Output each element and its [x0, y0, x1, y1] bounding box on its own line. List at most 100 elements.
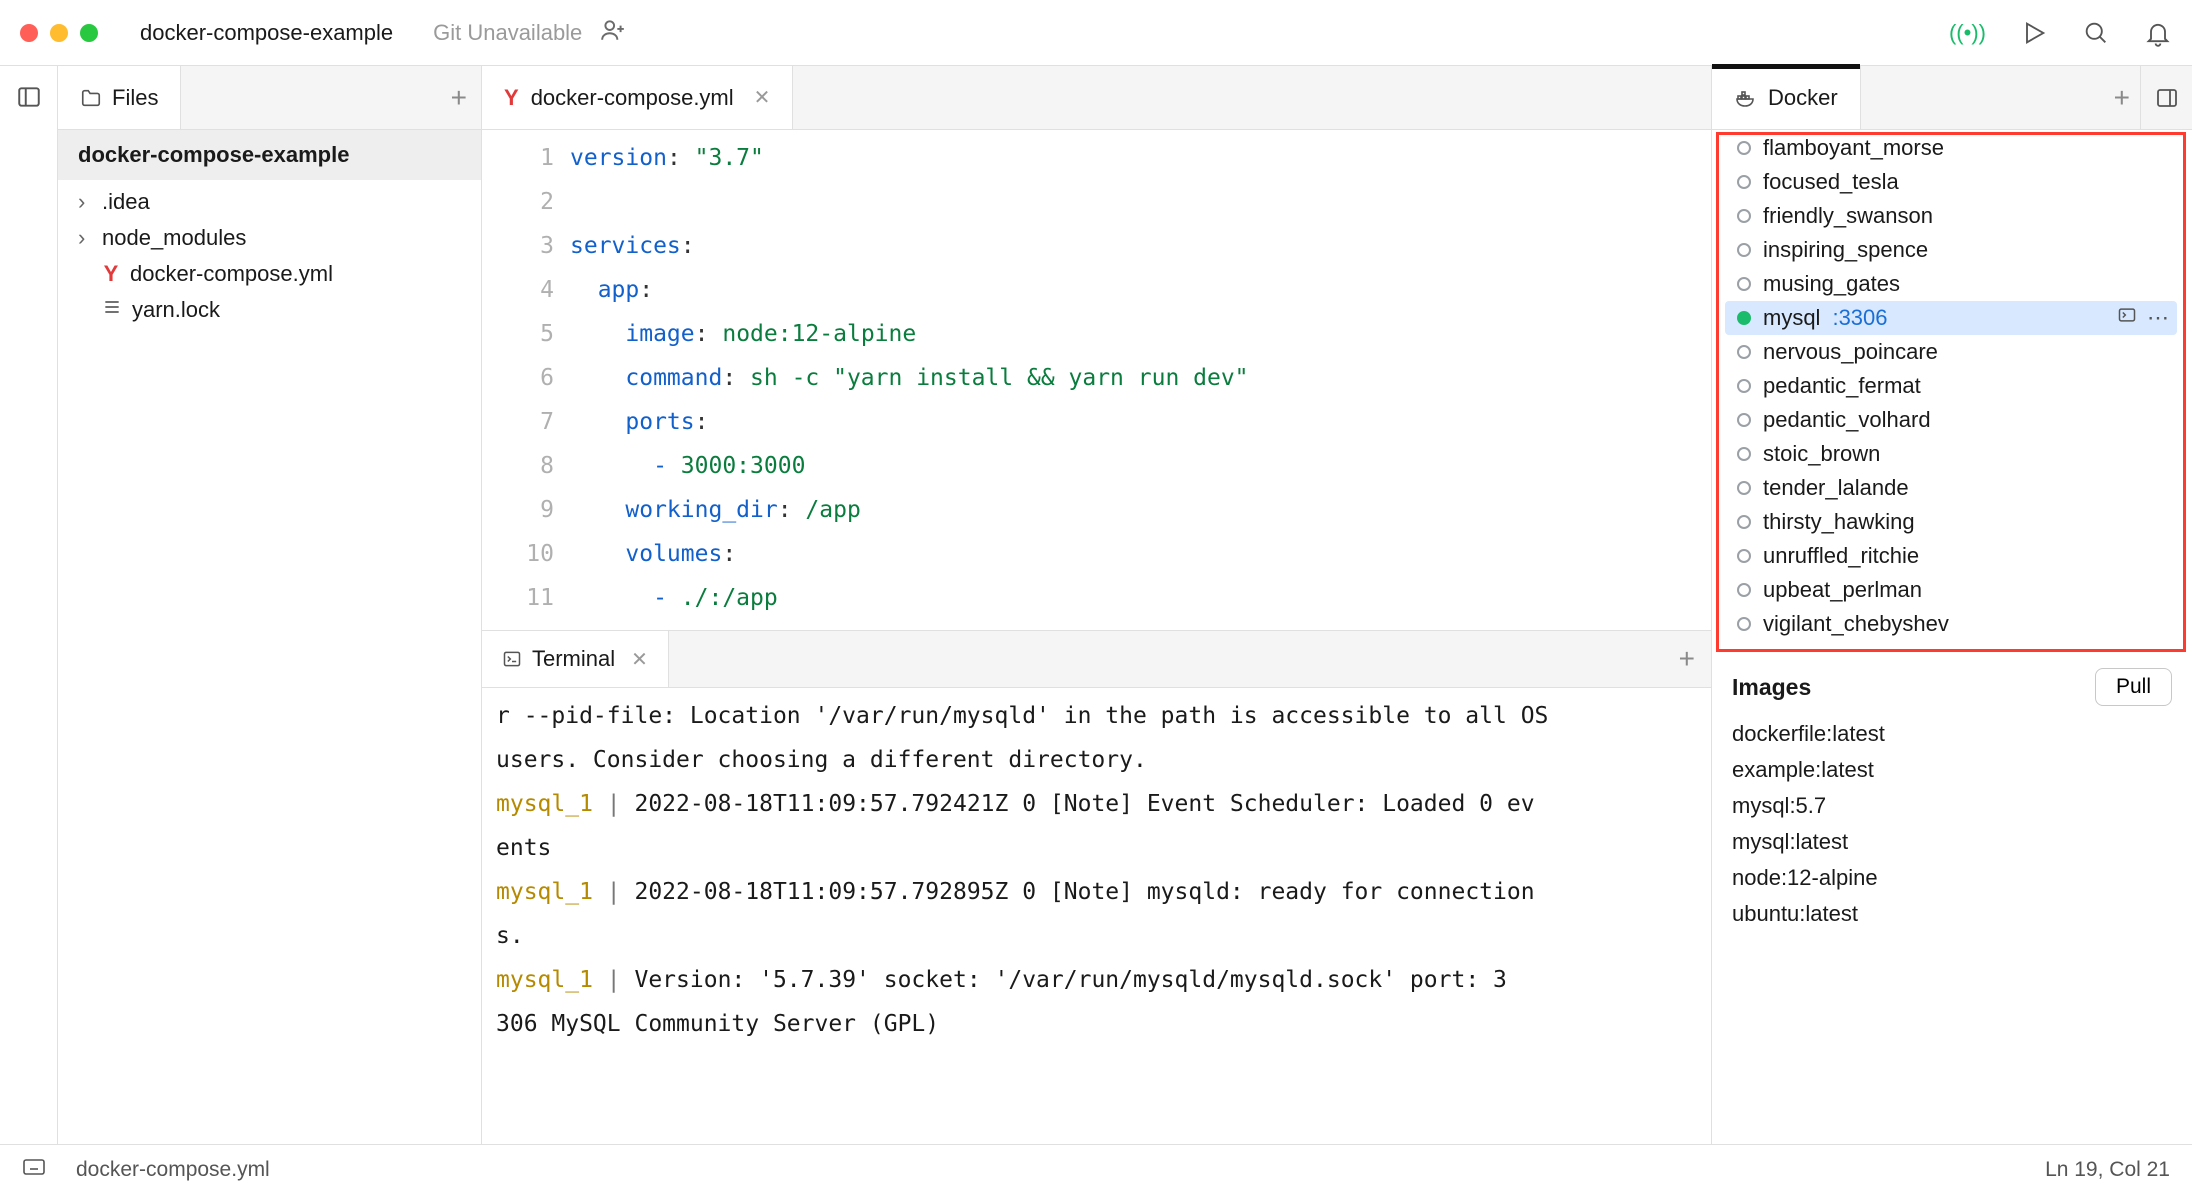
container-row[interactable]: pedantic_volhard: [1719, 403, 2183, 437]
container-name: musing_gates: [1763, 271, 1900, 297]
line-number-gutter: 1234567891011: [482, 136, 570, 630]
code-body[interactable]: version: "3.7" services: app: image: nod…: [570, 136, 1711, 630]
container-name: focused_tesla: [1763, 169, 1899, 195]
container-name: pedantic_volhard: [1763, 407, 1931, 433]
add-collaborator-button[interactable]: [600, 17, 626, 49]
pull-image-button[interactable]: Pull: [2095, 668, 2172, 706]
new-terminal-button[interactable]: +: [1679, 643, 1695, 675]
status-dot-icon: [1737, 617, 1751, 631]
container-row[interactable]: stoic_brown: [1719, 437, 2183, 471]
container-more-button[interactable]: ⋯: [2147, 305, 2169, 331]
maximize-window-button[interactable]: [80, 24, 98, 42]
container-row[interactable]: tender_lalande: [1719, 471, 2183, 505]
minimize-window-button[interactable]: [50, 24, 68, 42]
files-tab-label: Files: [112, 85, 158, 111]
image-row[interactable]: dockerfile:latest: [1732, 716, 2172, 752]
images-list: dockerfile:latestexample:latestmysql:5.7…: [1732, 716, 2172, 932]
git-status[interactable]: Git Unavailable: [425, 20, 582, 46]
container-row[interactable]: mysql :3306⋯: [1725, 301, 2177, 335]
editor-tab[interactable]: Y docker-compose.yml ✕: [482, 66, 793, 129]
cursor-position[interactable]: Ln 19, Col 21: [2045, 1158, 2170, 1182]
image-row[interactable]: ubuntu:latest: [1732, 896, 2172, 932]
container-name: unruffled_ritchie: [1763, 543, 1919, 569]
project-name[interactable]: docker-compose-example: [126, 16, 407, 50]
files-tab[interactable]: Files: [58, 66, 181, 129]
container-name: thirsty_hawking: [1763, 509, 1915, 535]
container-port: :3306: [1832, 305, 1887, 331]
file-icon: [102, 297, 122, 323]
container-row[interactable]: focused_tesla: [1719, 165, 2183, 199]
close-terminal-button[interactable]: ✕: [631, 647, 648, 672]
status-file[interactable]: docker-compose.yml: [76, 1158, 270, 1182]
containers-list: flamboyant_morse focused_tesla friendly_sw…: [1716, 132, 2186, 652]
status-dot-icon: [1737, 447, 1751, 461]
container-row[interactable]: inspiring_spence: [1719, 233, 2183, 267]
container-name: tender_lalande: [1763, 475, 1909, 501]
terminal-tab[interactable]: Terminal ✕: [482, 631, 669, 687]
container-row[interactable]: flamboyant_morse: [1719, 135, 2183, 165]
search-button[interactable]: [2082, 19, 2110, 47]
docker-tab-label: Docker: [1768, 85, 1838, 111]
images-heading: Images: [1732, 674, 1811, 701]
chevron-right-icon: ›: [78, 225, 92, 251]
tree-item[interactable]: yarn.lock: [58, 292, 481, 328]
image-row[interactable]: example:latest: [1732, 752, 2172, 788]
yaml-icon: Y: [102, 261, 120, 287]
status-dot-icon: [1737, 481, 1751, 495]
tree-item-label: yarn.lock: [132, 297, 220, 323]
container-terminal-button[interactable]: [2117, 305, 2137, 331]
file-tree: › .idea ›node_modulesYdocker-compose.yml ya…: [58, 180, 481, 332]
editor-tab-label: docker-compose.yml: [531, 85, 734, 111]
editor-tab-row: Y docker-compose.yml ✕: [482, 66, 1711, 130]
terminal-tab-label: Terminal: [532, 646, 615, 672]
docker-layout-button[interactable]: [2140, 66, 2192, 129]
leftbar-toggle[interactable]: [0, 66, 58, 1144]
terminal-icon: [502, 649, 522, 669]
docker-icon: [1734, 86, 1758, 110]
container-row[interactable]: upbeat_perlman: [1719, 573, 2183, 607]
container-row[interactable]: unruffled_ritchie: [1719, 539, 2183, 573]
terminal-tab-row: Terminal ✕ +: [482, 630, 1711, 688]
run-button[interactable]: [2020, 19, 2048, 47]
yaml-icon: Y: [504, 85, 519, 111]
close-tab-button[interactable]: ✕: [754, 85, 771, 110]
notifications-button[interactable]: [2144, 19, 2172, 47]
statusbar: docker-compose.yml Ln 19, Col 21: [0, 1144, 2192, 1194]
tree-item-label: .idea: [102, 189, 150, 215]
image-row[interactable]: mysql:5.7: [1732, 788, 2172, 824]
tree-item[interactable]: ›node_modules: [58, 220, 481, 256]
code-editor[interactable]: 1234567891011 version: "3.7" services: a…: [482, 130, 1711, 630]
status-dot-icon: [1737, 209, 1751, 223]
tree-item[interactable]: Ydocker-compose.yml: [58, 256, 481, 292]
container-row[interactable]: nervous_poincare: [1719, 335, 2183, 369]
close-window-button[interactable]: [20, 24, 38, 42]
status-dot-icon: [1737, 277, 1751, 291]
container-row[interactable]: pedantic_fermat: [1719, 369, 2183, 403]
status-dot-icon: [1737, 413, 1751, 427]
tree-item[interactable]: › .idea: [58, 184, 481, 220]
project-tree-header[interactable]: docker-compose-example: [58, 130, 481, 180]
image-row[interactable]: mysql:latest: [1732, 824, 2172, 860]
status-dot-icon: [1737, 345, 1751, 359]
status-dot-icon: [1737, 141, 1751, 155]
chevron-right-icon: ›: [78, 189, 92, 215]
terminal-output[interactable]: r --pid-file: Location '/var/run/mysqld'…: [482, 688, 1711, 1144]
container-name: inspiring_spence: [1763, 237, 1928, 263]
image-row[interactable]: node:12-alpine: [1732, 860, 2172, 896]
docker-tab[interactable]: Docker: [1712, 66, 1861, 129]
images-section: Images Pull dockerfile:latestexample:lat…: [1712, 652, 2192, 932]
status-dot-icon: [1737, 515, 1751, 529]
container-name: vigilant_chebyshev: [1763, 611, 1949, 637]
container-row[interactable]: friendly_swanson: [1719, 199, 2183, 233]
folder-icon: [80, 87, 102, 109]
status-dot-icon: [1737, 583, 1751, 597]
broadcast-icon[interactable]: ((•)): [1949, 20, 1986, 46]
new-file-button[interactable]: +: [451, 82, 467, 114]
add-docker-connection-button[interactable]: +: [2114, 82, 2130, 114]
status-dot-icon: [1737, 311, 1751, 325]
keymap-icon[interactable]: [22, 1157, 46, 1183]
status-dot-icon: [1737, 549, 1751, 563]
container-row[interactable]: thirsty_hawking: [1719, 505, 2183, 539]
container-row[interactable]: vigilant_chebyshev: [1719, 607, 2183, 641]
container-row[interactable]: musing_gates: [1719, 267, 2183, 301]
